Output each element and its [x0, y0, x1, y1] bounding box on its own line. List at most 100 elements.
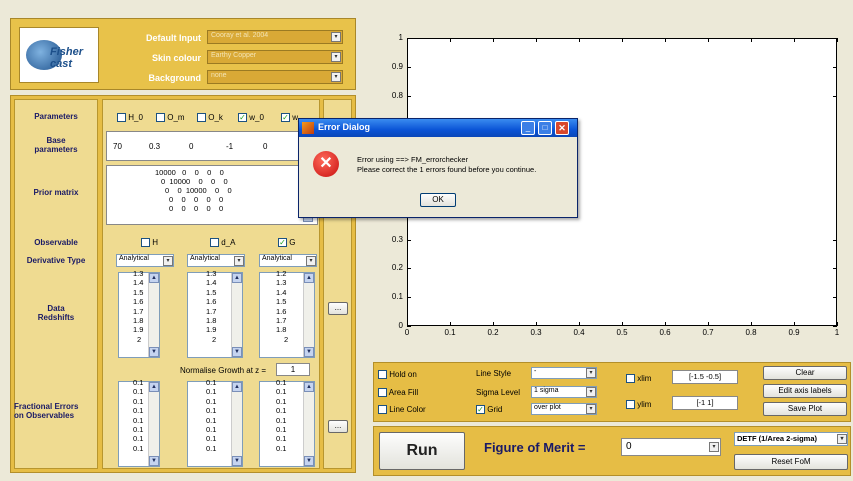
observable-check-g[interactable]: ✓ G — [278, 238, 295, 248]
scrollbar[interactable]: ▲ ▼ — [303, 273, 314, 357]
param-check-h0[interactable]: H_0 — [117, 113, 143, 123]
dialog-titlebar[interactable]: Error Dialog _ □ ✕ — [299, 119, 577, 137]
base-parameters-table[interactable]: 70 0.3 0 -1 0 — [106, 131, 318, 161]
skin-colour-select[interactable]: Earthy Copper ▾ — [207, 50, 343, 64]
y-tick-label: 0.3 — [391, 234, 403, 244]
save-plot-button[interactable]: Save Plot — [763, 402, 847, 416]
redshift-more-button[interactable]: ... — [328, 302, 348, 315]
scroll-down-icon[interactable]: ▼ — [232, 347, 242, 357]
param-check-ok[interactable]: O_k — [197, 113, 223, 123]
parameters-label: Parameters — [34, 112, 78, 121]
prior-matrix[interactable]: 10000 0 0 0 0 0 10000 0 0 0 0 0 10000 0 … — [106, 165, 318, 225]
y-tick — [833, 239, 837, 241]
scroll-down-icon[interactable]: ▼ — [149, 347, 159, 357]
area-fill-check[interactable]: Area Fill — [378, 388, 418, 398]
sigma-level-select[interactable]: 1 sigma ▾ — [531, 386, 597, 398]
line-color-check[interactable]: Line Color — [378, 405, 426, 415]
chevron-down-icon[interactable]: ▾ — [586, 368, 596, 378]
scroll-down-icon[interactable]: ▼ — [304, 456, 314, 466]
redshift-list-3[interactable]: 1.2 1.3 1.4 1.5 1.6 1.7 1.8 2 ▲ ▼ — [259, 269, 315, 358]
scroll-up-icon[interactable]: ▲ — [149, 382, 159, 392]
x-tick — [450, 322, 451, 326]
checkbox[interactable]: ✓ — [281, 113, 290, 123]
scroll-up-icon[interactable]: ▲ — [149, 273, 159, 283]
chevron-down-icon[interactable]: ▾ — [306, 256, 316, 266]
chevron-down-icon[interactable]: ▾ — [163, 256, 173, 266]
errors-more-button[interactable]: ... — [328, 420, 348, 433]
checkbox[interactable]: ✓ — [278, 238, 287, 248]
maximize-icon[interactable]: □ — [538, 121, 552, 135]
chevron-down-icon[interactable]: ▾ — [234, 256, 244, 266]
checkbox[interactable] — [210, 238, 219, 248]
checkbox[interactable] — [378, 388, 387, 398]
error-list-2[interactable]: 0.1 0.1 0.1 0.1 0.1 0.1 0.1 0.1 ▲ ▼ — [187, 378, 243, 467]
ok-button[interactable]: OK — [420, 193, 456, 207]
derivative-select-1[interactable]: Analytical ▾ — [116, 254, 174, 267]
scroll-up-icon[interactable]: ▲ — [304, 273, 314, 283]
xlim-check[interactable]: xlim — [626, 374, 651, 384]
checkbox[interactable] — [626, 400, 635, 410]
chevron-down-icon[interactable]: ▾ — [837, 434, 847, 444]
skin-colour-value: Earthy Copper — [211, 52, 257, 59]
scrollbar[interactable]: ▲ ▼ — [148, 382, 159, 466]
derivative-select-3[interactable]: Analytical ▾ — [259, 254, 317, 267]
checkbox[interactable] — [626, 374, 635, 384]
checkbox[interactable] — [378, 405, 387, 415]
checkbox[interactable] — [197, 113, 206, 123]
x-tick — [665, 322, 666, 326]
scroll-up-icon[interactable]: ▲ — [232, 273, 242, 283]
redshift-list-2[interactable]: 1.3 1.4 1.5 1.6 1.7 1.8 1.9 2 ▲ ▼ — [187, 269, 243, 358]
scrollbar[interactable]: ▲ ▼ — [231, 273, 242, 357]
error-list-1[interactable]: 0.1 0.1 0.1 0.1 0.1 0.1 0.1 0.1 ▲ ▼ — [118, 378, 160, 467]
x-tick — [794, 38, 795, 42]
scroll-down-icon[interactable]: ▼ — [232, 456, 242, 466]
reset-fom-button[interactable]: Reset FoM — [734, 454, 848, 470]
fom-value-field[interactable]: 0 ▾ — [621, 438, 721, 456]
line-style-select[interactable]: - ▾ — [531, 367, 597, 379]
grid-select[interactable]: over plot ▾ — [531, 403, 597, 415]
redshift-list-1[interactable]: 1.3 1.4 1.5 1.6 1.7 1.8 1.9 2 ▲ ▼ — [118, 269, 160, 358]
hold-on-check[interactable]: Hold on — [378, 370, 417, 380]
scroll-up-icon[interactable]: ▲ — [304, 382, 314, 392]
scrollbar[interactable]: ▲ ▼ — [148, 273, 159, 357]
error-list-3[interactable]: 0.1 0.1 0.1 0.1 0.1 0.1 0.1 0.1 ▲ ▼ — [259, 378, 315, 467]
default-input-select[interactable]: Cooray et al. 2004 ▾ — [207, 30, 343, 44]
observable-check-da[interactable]: d_A — [210, 238, 236, 248]
normalise-input[interactable]: 1 — [276, 363, 310, 376]
ylim-input[interactable]: [-1 1] — [672, 396, 738, 410]
checkbox[interactable] — [117, 113, 126, 123]
xlim-input[interactable]: [-1.5 -0.5] — [672, 370, 738, 384]
clear-button[interactable]: Clear — [763, 366, 847, 380]
fom-type-select[interactable]: DETF (1/Area 2-sigma) ▾ — [734, 432, 848, 446]
scroll-down-icon[interactable]: ▼ — [149, 456, 159, 466]
checkbox[interactable] — [378, 370, 387, 380]
scroll-down-icon[interactable]: ▼ — [304, 347, 314, 357]
run-button[interactable]: Run — [379, 432, 465, 470]
chevron-down-icon[interactable]: ▾ — [331, 72, 341, 82]
checkbox[interactable] — [141, 238, 150, 248]
chevron-down-icon[interactable]: ▾ — [331, 32, 341, 42]
checkbox[interactable]: ✓ — [238, 113, 247, 123]
grid-check[interactable]: ✓ Grid — [476, 405, 502, 415]
scrollbar[interactable]: ▲ ▼ — [231, 382, 242, 466]
ylim-check[interactable]: ylim — [626, 400, 651, 410]
chevron-down-icon[interactable]: ▾ — [709, 442, 719, 452]
scroll-up-icon[interactable]: ▲ — [232, 382, 242, 392]
observable-check-h[interactable]: H — [141, 238, 158, 248]
param-check-w0[interactable]: ✓ w_0 — [238, 113, 264, 123]
x-tick-label: 0.8 — [745, 328, 757, 337]
derivative-select-2[interactable]: Analytical ▾ — [187, 254, 245, 267]
close-icon[interactable]: ✕ — [555, 121, 569, 135]
checkbox[interactable] — [156, 113, 165, 123]
param-check-om[interactable]: O_m — [156, 113, 185, 123]
chevron-down-icon[interactable]: ▾ — [331, 52, 341, 62]
chevron-down-icon[interactable]: ▾ — [586, 404, 596, 414]
header-panel: Fisher cast Default Input Cooray et al. … — [10, 18, 356, 90]
minimize-icon[interactable]: _ — [521, 121, 535, 135]
chevron-down-icon[interactable]: ▾ — [586, 387, 596, 397]
edit-axis-labels-button[interactable]: Edit axis labels — [763, 384, 847, 398]
background-select[interactable]: none ▾ — [207, 70, 343, 84]
checkbox[interactable]: ✓ — [476, 405, 485, 415]
observable-label-da: d_A — [221, 238, 236, 247]
scrollbar[interactable]: ▲ ▼ — [303, 382, 314, 466]
